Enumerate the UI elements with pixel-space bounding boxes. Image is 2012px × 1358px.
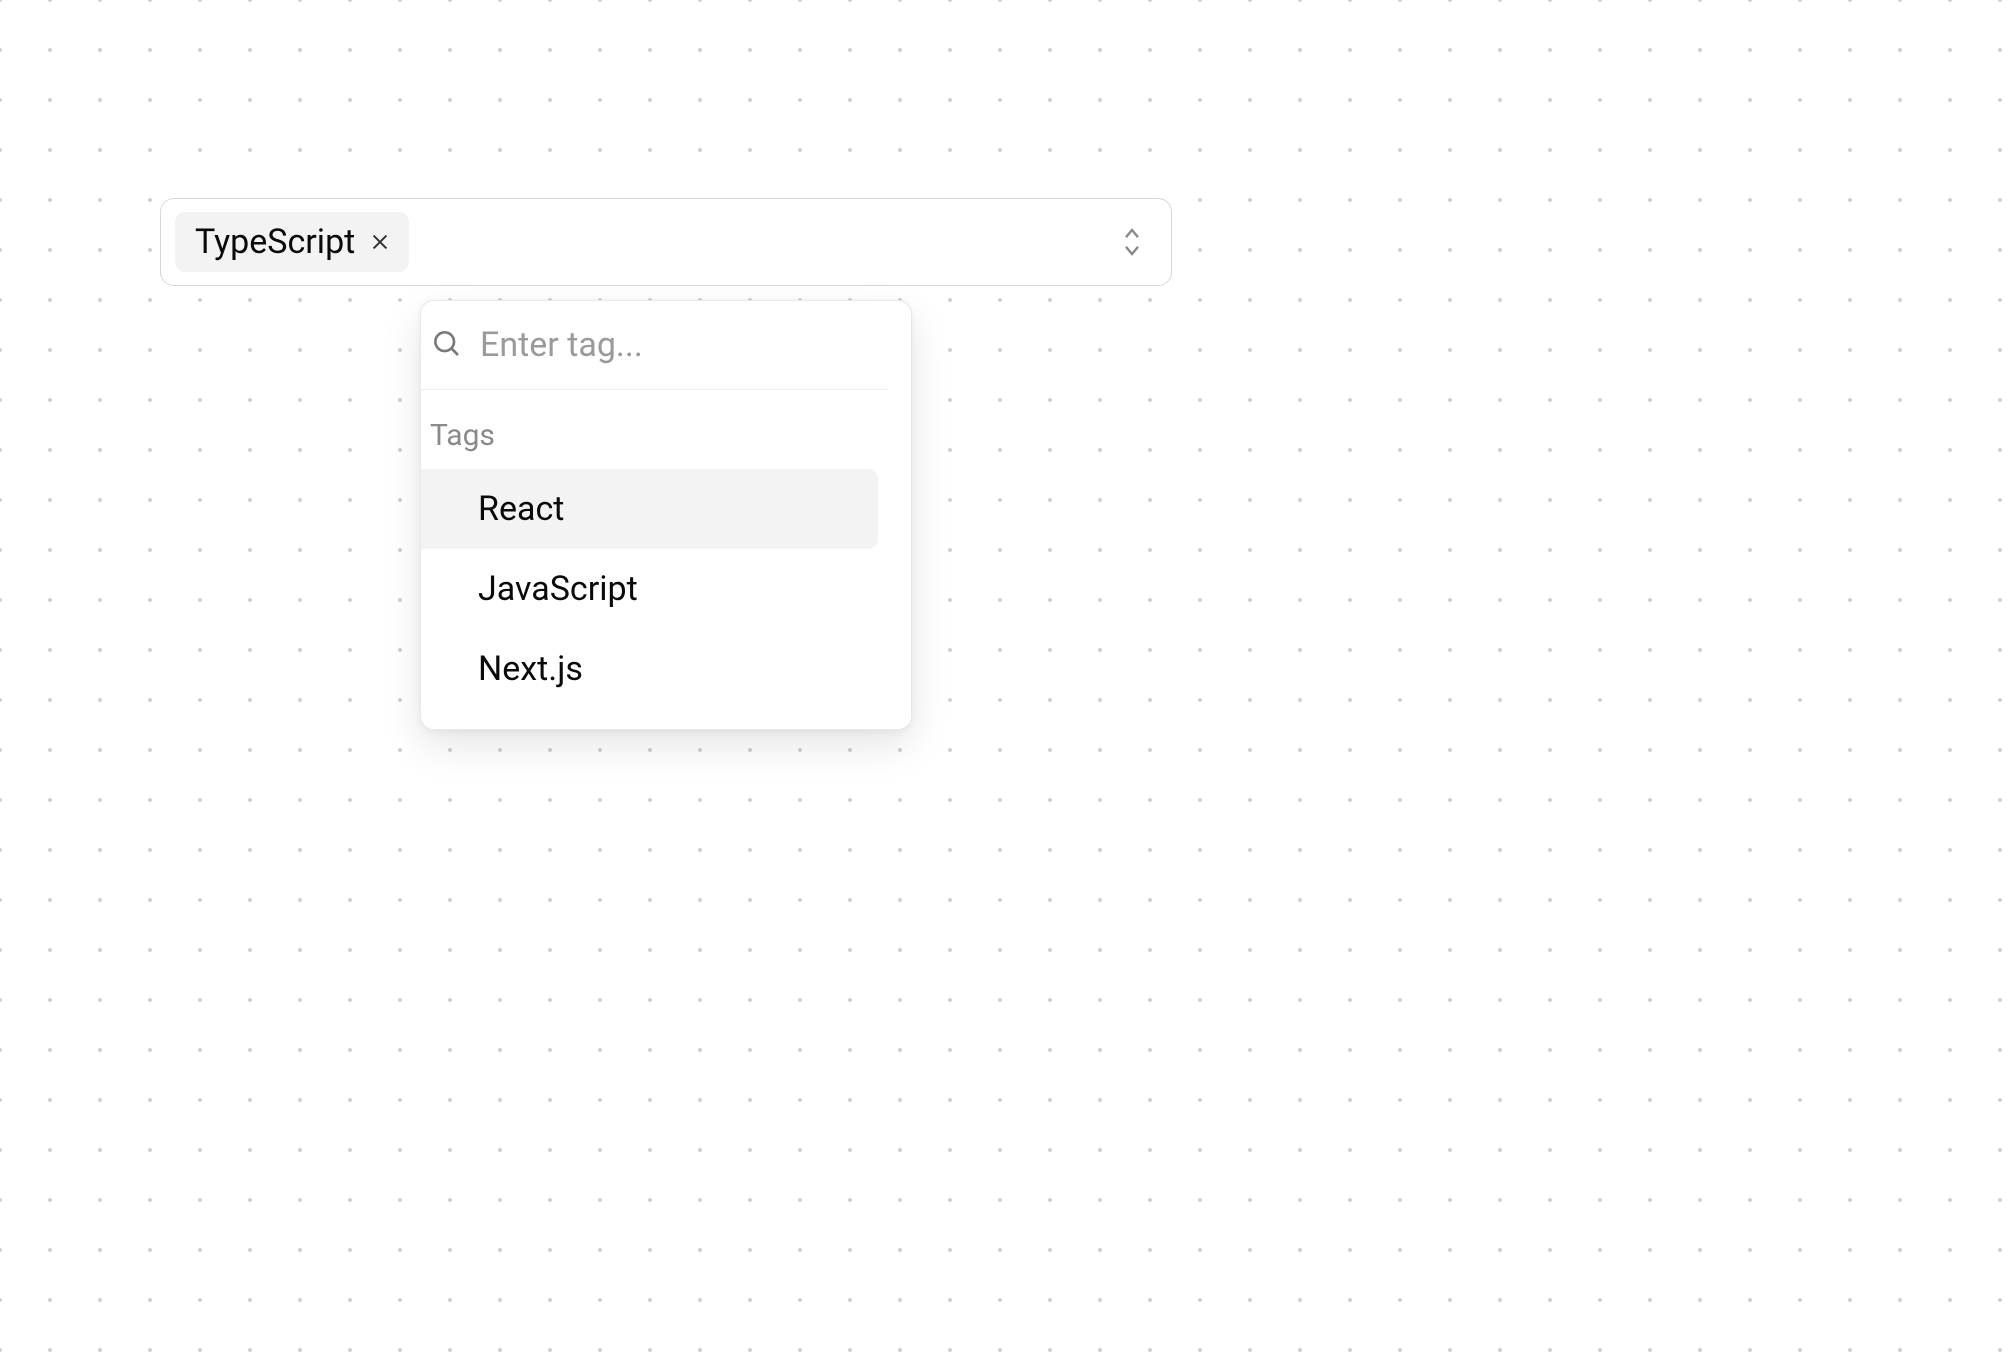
close-icon (369, 231, 391, 253)
combobox-trigger[interactable]: TypeScript (160, 198, 1172, 286)
options-group-label: Tags (420, 390, 888, 465)
options-list: React JavaScript Next.js (420, 465, 888, 729)
selected-tags-area: TypeScript (175, 212, 409, 272)
option-item[interactable]: Next.js (420, 629, 878, 709)
tag-remove-button[interactable] (369, 231, 391, 253)
chevrons-up-down-icon (1117, 224, 1147, 260)
combobox-popover: Tags React JavaScript Next.js (420, 300, 912, 730)
option-item[interactable]: React (420, 469, 878, 549)
search-icon (430, 327, 462, 363)
option-item[interactable]: JavaScript (420, 549, 878, 629)
tag-search-input[interactable] (480, 325, 911, 365)
tag-chip: TypeScript (175, 212, 409, 272)
tag-chip-label: TypeScript (195, 222, 355, 262)
tag-combobox: TypeScript (160, 198, 1172, 286)
search-row (420, 301, 888, 390)
